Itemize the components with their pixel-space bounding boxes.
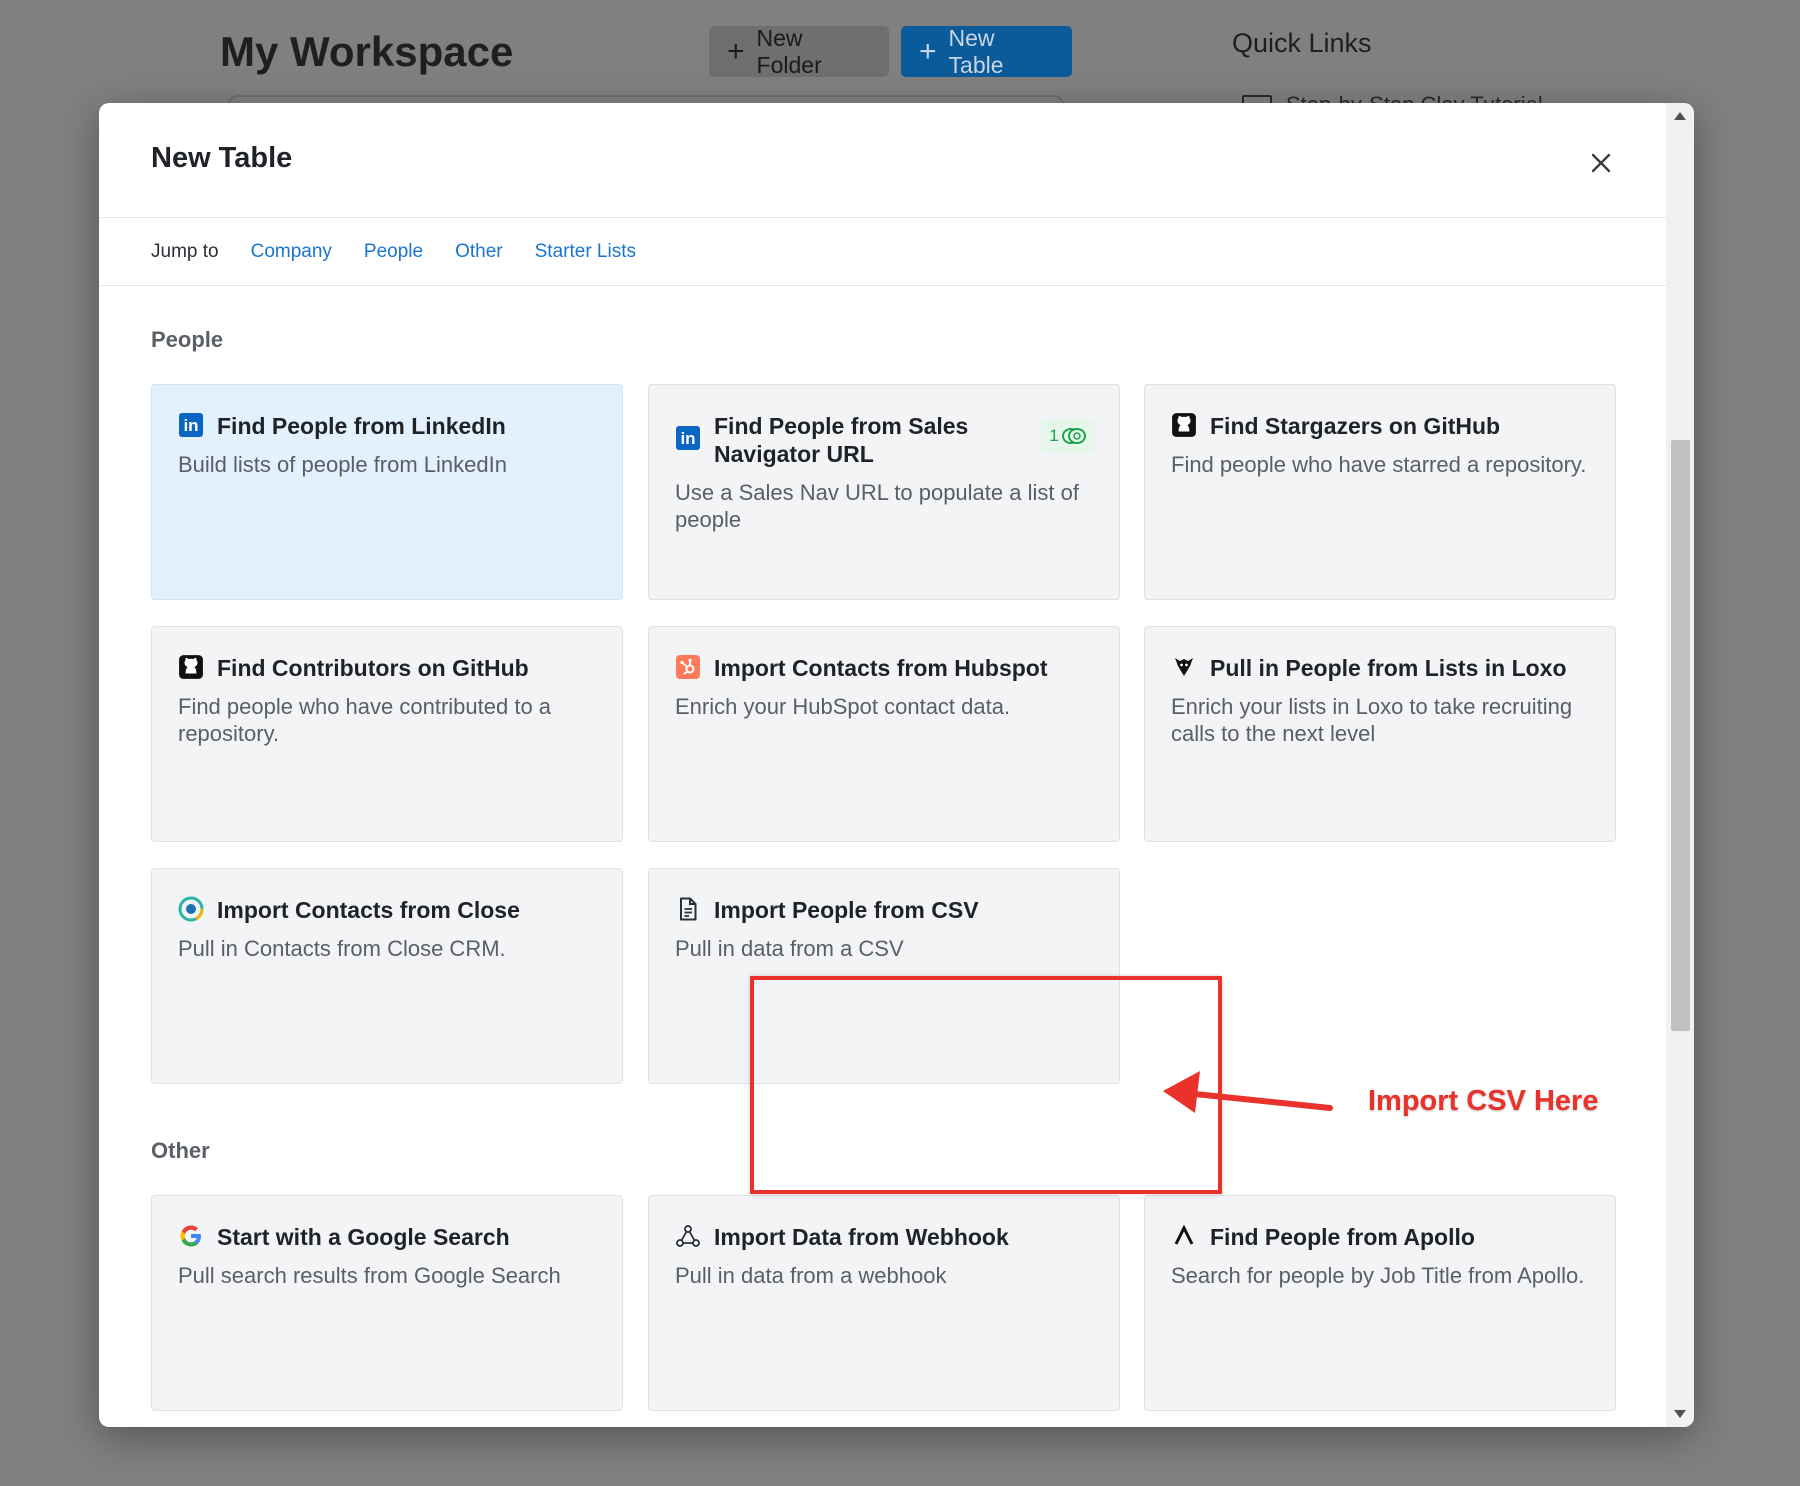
section-heading-people: People [151,327,224,352]
hubspot-icon [675,654,701,680]
scroll-down-arrow-icon[interactable] [1674,1410,1686,1418]
close-button[interactable] [1579,141,1623,185]
close-icon [1591,153,1611,173]
card-description: Pull in data from a CSV [675,936,904,961]
github-icon [1171,412,1197,438]
card-title: Import Contacts from Hubspot [714,655,1048,681]
card-github-stargazers[interactable]: Find Stargazers on GitHub Find people wh… [1144,384,1616,600]
card-title: Start with a Google Search [217,1224,510,1250]
card-description: Find people who have starred a repositor… [1171,452,1587,477]
credit-count: 1 [1049,426,1059,445]
card-import-csv[interactable]: Import People from CSV Pull in data from… [648,868,1120,1084]
webhook-icon [675,1223,701,1249]
card-find-people-linkedin[interactable]: in Find People from LinkedIn Build lists… [151,384,623,600]
annotation-arrow-icon [1163,1071,1333,1113]
new-folder-button[interactable]: + New Folder [709,24,889,78]
scroll-up-arrow-icon[interactable] [1674,112,1686,120]
workspace-title: My Workspace [220,28,514,75]
card-title: Find Stargazers on GitHub [1210,413,1501,439]
card-title: Find People from Apollo [1210,1224,1475,1250]
card-title: Pull in People from Lists in Loxo [1210,655,1567,681]
card-title: Find People from LinkedIn [217,413,506,439]
card-sales-navigator[interactable]: in Find People from Sales Navigator URL … [648,384,1120,600]
card-github-contributors[interactable]: Find Contributors on GitHub Find people … [151,626,623,842]
card-hubspot-import[interactable]: Import Contacts from Hubspot Enrich your… [648,626,1120,842]
card-title: Find Contributors on GitHub [217,655,529,681]
github-icon [178,654,204,680]
card-description: Build lists of people from LinkedIn [178,452,507,477]
card-close-import[interactable]: Import Contacts from Close Pull in Conta… [151,868,623,1084]
card-description: Find people who have contributed to a re… [178,694,552,746]
card-description: Pull in Contacts from Close CRM. [178,936,506,961]
linkedin-icon: in [178,412,204,438]
card-title: Import Contacts from Close [217,897,520,923]
modal-title: New Table [151,142,293,174]
card-loxo-lists[interactable]: Pull in People from Lists in Loxo Enrich… [1144,626,1616,842]
apollo-icon [1171,1223,1197,1249]
card-description: Enrich your HubSpot contact data. [675,694,1011,719]
new-table-label: New Table [948,24,1004,78]
quick-links-title: Quick Links [1232,28,1372,58]
card-description: Search for people by Job Title from Apol… [1171,1263,1585,1288]
google-icon [178,1223,204,1249]
close-crm-icon [178,896,204,922]
card-webhook-import[interactable]: Import Data from Webhook Pull in data fr… [648,1195,1120,1411]
card-title: Find People from Sales Navigator URL [714,413,969,467]
card-google-search[interactable]: Start with a Google Search Pull search r… [151,1195,623,1411]
document-icon [675,896,701,922]
card-title: Import People from CSV [714,897,979,923]
jump-to-nav: Jump to Company People Other Starter Lis… [99,219,1666,286]
card-description: Enrich your lists in Loxo to take recrui… [1171,694,1573,746]
jump-link-starter-lists[interactable]: Starter Lists [535,241,636,263]
loxo-icon [1171,654,1197,680]
new-folder-label: New Folder [756,24,822,78]
credit-cost-badge: 1 [1041,419,1095,453]
modal-scrollbar[interactable] [1666,103,1694,1427]
new-table-button[interactable]: + New Table [901,24,1072,78]
plus-icon: + [919,34,937,68]
card-apollo-people[interactable]: Find People from Apollo Search for peopl… [1144,1195,1616,1411]
annotation-label: Import CSV Here [1368,1085,1599,1117]
scroll-thumb[interactable] [1671,440,1690,1031]
modal-header: New Table [99,103,1666,218]
jump-to-label: Jump to [151,241,219,262]
plus-icon: + [727,34,745,68]
new-table-modal: New Table Jump to Company People Other S… [99,103,1694,1427]
card-description: Pull search results from Google Search [178,1263,561,1288]
card-description: Use a Sales Nav URL to populate a list o… [675,480,1079,532]
card-title: Import Data from Webhook [714,1224,1009,1250]
jump-link-company[interactable]: Company [251,241,332,263]
card-description: Pull in data from a webhook [675,1263,947,1288]
coins-icon [1061,428,1086,444]
jump-link-people[interactable]: People [364,241,423,263]
linkedin-icon: in [675,425,701,451]
jump-link-other[interactable]: Other [455,241,503,263]
section-heading-other: Other [151,1138,210,1163]
